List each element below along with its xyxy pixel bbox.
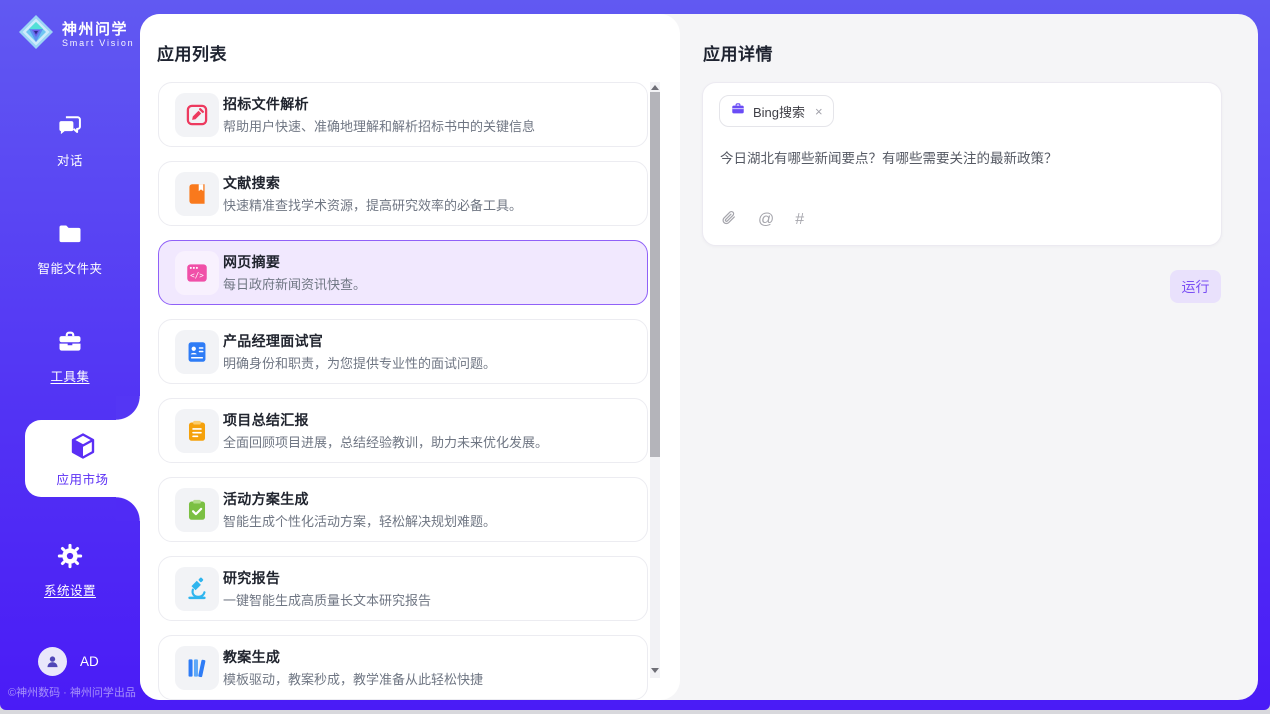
app-card-bid-analysis[interactable]: 招标文件解析 帮助用户快速、准确地理解和解析招标书中的关键信息: [158, 82, 648, 147]
app-card-description: 快速精准查找学术资源，提高研究效率的必备工具。: [223, 195, 522, 214]
sidebar-item-label: 工具集: [0, 366, 140, 385]
brand-subtitle: Smart Vision: [62, 38, 134, 48]
brand-logo: 神州问学 Smart Vision: [17, 13, 134, 56]
app-card-title: 研究报告: [223, 568, 280, 588]
content-area: 应用列表 招标文件解析 帮助用户快速、准确地理解和解析招标书中的关键信息: [140, 14, 1258, 700]
browser-icon: </>: [175, 251, 219, 295]
microscope-icon: [175, 567, 219, 611]
app-list-scrollbar[interactable]: [650, 82, 660, 678]
app-card-title: 项目总结汇报: [223, 410, 309, 430]
app-card-title: 教案生成: [223, 647, 280, 667]
cube-icon: [68, 448, 98, 465]
sidebar-item-chat[interactable]: 对话: [0, 112, 140, 169]
app-card-description: 帮助用户快速、准确地理解和解析招标书中的关键信息: [223, 116, 535, 135]
tool-tag-bing-search[interactable]: Bing搜索 ×: [719, 95, 834, 127]
app-card-title: 活动方案生成: [223, 489, 309, 509]
app-card-project-summary[interactable]: 项目总结汇报 全面回顾项目进展，总结经验教训，助力未来优化发展。: [158, 398, 648, 463]
app-list-panel: 应用列表 招标文件解析 帮助用户快速、准确地理解和解析招标书中的关键信息: [140, 14, 680, 700]
query-text[interactable]: 今日湖北有哪些新闻要点？有哪些需要关注的最新政策？: [720, 149, 1206, 169]
user-name: AD: [80, 654, 99, 669]
app-card-description: 模板驱动，教案秒成，教学准备从此轻松快捷: [223, 669, 483, 688]
app-card-description: 智能生成个性化活动方案，轻松解决规划难题。: [223, 511, 496, 530]
svg-text:</>: </>: [190, 271, 204, 280]
sidebar-item-toolset[interactable]: 工具集: [0, 328, 140, 385]
app-card-description: 全面回顾项目进展，总结经验教训，助力未来优化发展。: [223, 432, 548, 451]
app-card-event-plan[interactable]: 活动方案生成 智能生成个性化活动方案，轻松解决规划难题。: [158, 477, 648, 542]
clipboard-icon: [175, 409, 219, 453]
app-card-lesson-plan[interactable]: 教案生成 模板驱动，教案秒成，教学准备从此轻松快捷: [158, 635, 648, 700]
mention-icon[interactable]: @: [758, 212, 774, 228]
attachment-icon[interactable]: [720, 209, 737, 231]
app-card-research-report[interactable]: 研究报告 一键智能生成高质量长文本研究报告: [158, 556, 648, 621]
resume-icon: [175, 330, 219, 374]
sidebar-item-settings[interactable]: 系统设置: [0, 542, 140, 599]
run-button[interactable]: 运行: [1170, 270, 1221, 303]
sidebar-item-label: 智能文件夹: [0, 258, 140, 277]
close-icon[interactable]: ×: [815, 104, 823, 119]
chat-icon: [56, 127, 84, 144]
brand-name: 神州问学: [62, 21, 134, 38]
app-card-literature-search[interactable]: 文献搜索 快速精准查找学术资源，提高研究效率的必备工具。: [158, 161, 648, 226]
app-card-title: 产品经理面试官: [223, 331, 323, 351]
hash-icon[interactable]: #: [795, 212, 804, 228]
toolbox-icon: [56, 343, 84, 360]
briefcase-icon: [730, 101, 746, 122]
scroll-down-icon[interactable]: [651, 668, 659, 673]
prompt-editor[interactable]: Bing搜索 × 今日湖北有哪些新闻要点？有哪些需要关注的最新政策？ @ #: [702, 82, 1222, 246]
app-list: 招标文件解析 帮助用户快速、准确地理解和解析招标书中的关键信息 文献搜索 快速精…: [158, 82, 648, 700]
app-card-title: 招标文件解析: [223, 94, 309, 114]
tool-tag-label: Bing搜索: [753, 102, 805, 121]
avatar: [38, 647, 67, 676]
app-card-description: 明确身份和职责，为您提供专业性的面试问题。: [223, 353, 496, 372]
app-list-title: 应用列表: [157, 40, 227, 65]
folder-icon: [56, 235, 84, 252]
scroll-up-icon[interactable]: [651, 85, 659, 90]
sidebar-item-label: 对话: [0, 150, 140, 169]
sidebar-item-label: 系统设置: [0, 580, 140, 599]
edit-icon: [175, 93, 219, 137]
books-icon: [175, 646, 219, 690]
app-card-title: 文献搜索: [223, 173, 280, 193]
user-account[interactable]: AD: [38, 647, 99, 676]
app-card-description: 一键智能生成高质量长文本研究报告: [223, 590, 431, 609]
clipboard-check-icon: [175, 488, 219, 532]
composer-toolbar: @ #: [720, 209, 804, 231]
app-detail-title: 应用详情: [703, 40, 773, 65]
scrollbar-thumb[interactable]: [650, 92, 660, 457]
app-detail-panel: 应用详情 Bing搜索 × 今日湖北有哪些新闻要点？有哪些需要关注的最新政策？: [680, 14, 1258, 700]
sidebar-item-smart-folder[interactable]: 智能文件夹: [0, 220, 140, 277]
book-icon: [175, 172, 219, 216]
app-card-description: 每日政府新闻资讯快查。: [223, 274, 366, 293]
app-card-pm-interviewer[interactable]: 产品经理面试官 明确身份和职责，为您提供专业性的面试问题。: [158, 319, 648, 384]
app-card-title: 网页摘要: [223, 252, 280, 272]
sidebar-item-label: 应用市场: [25, 469, 140, 488]
gear-icon: [56, 557, 84, 574]
app-card-web-summary[interactable]: </> 网页摘要 每日政府新闻资讯快查。: [158, 240, 648, 305]
copyright-text: ©神州数码 · 神州问学出品: [8, 684, 136, 700]
sidebar-item-app-market[interactable]: 应用市场: [25, 420, 140, 497]
diamond-logo-icon: [17, 13, 55, 56]
